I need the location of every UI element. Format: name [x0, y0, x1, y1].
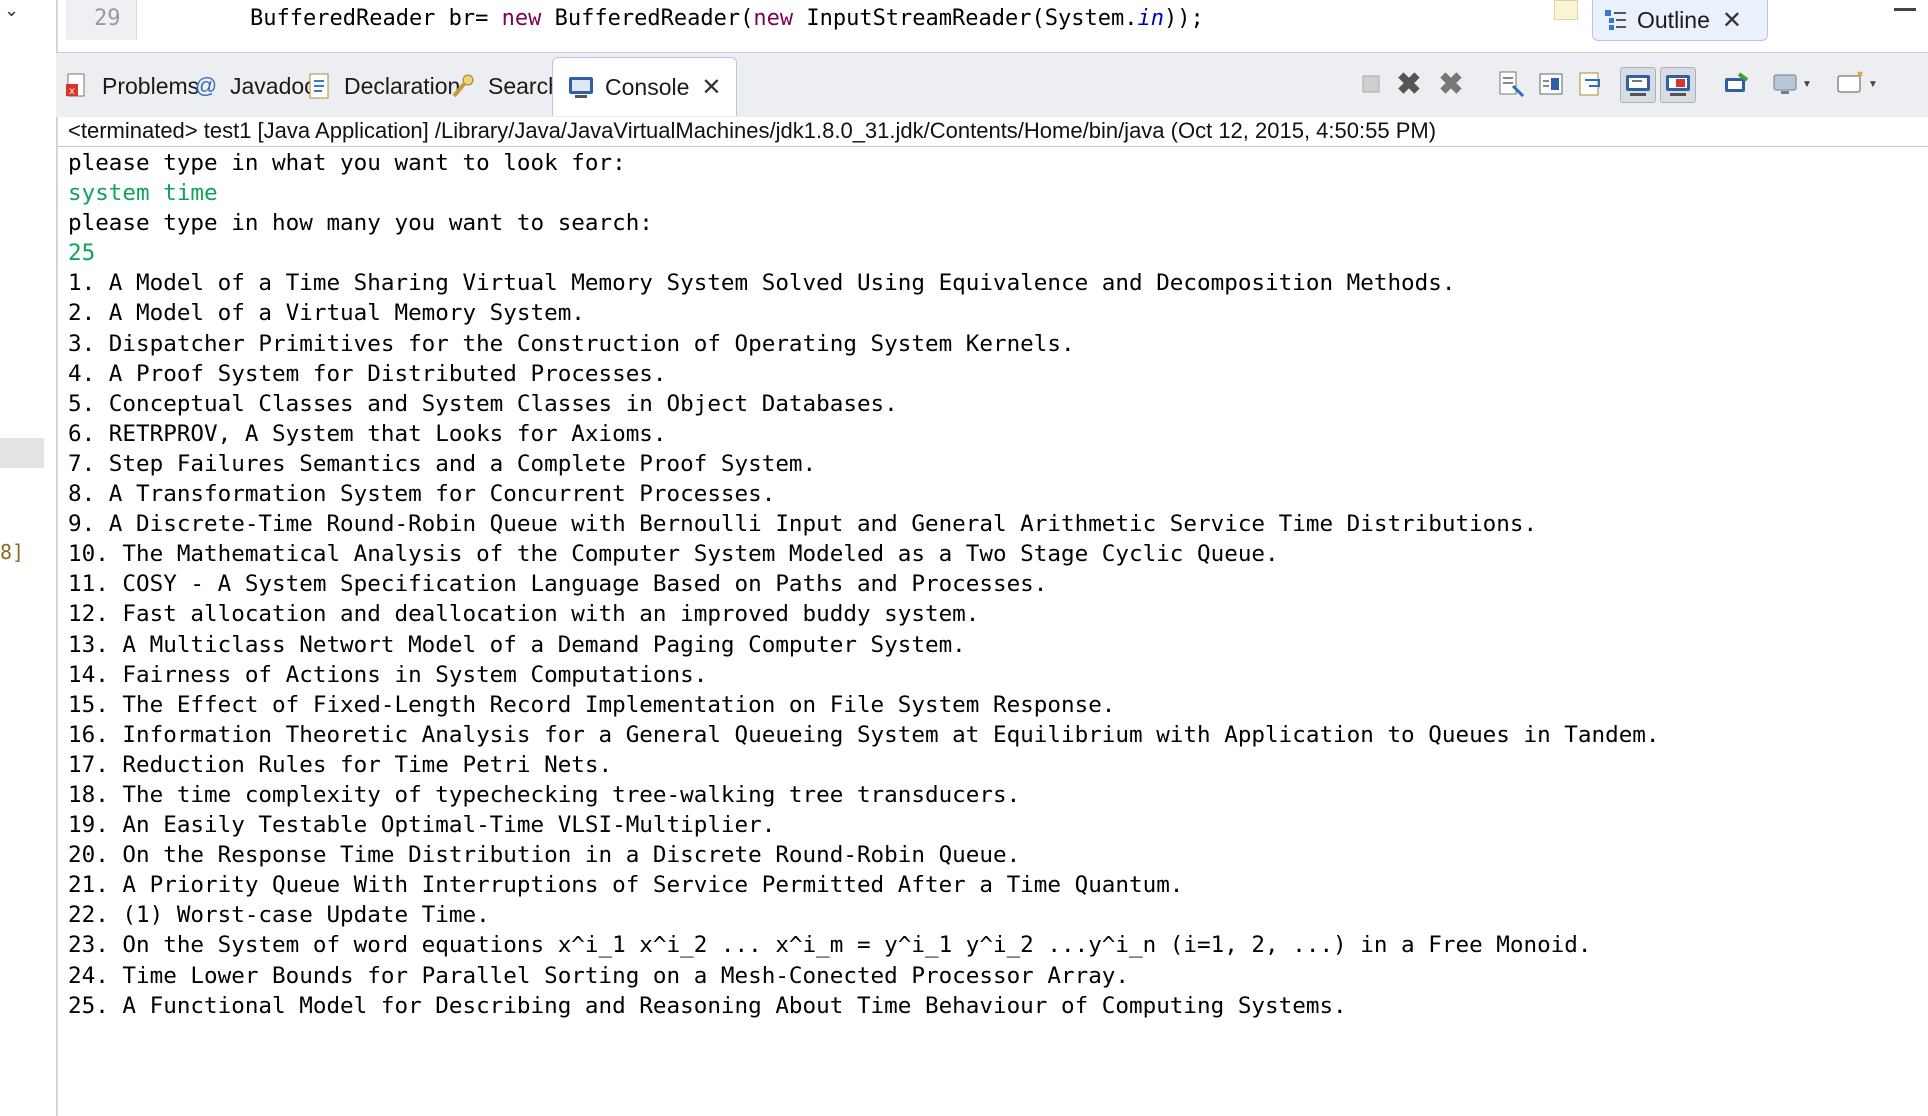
console-output-line: 16. Information Theoretic Analysis for a… [68, 721, 1660, 748]
tab-javadoc[interactable]: @ Javadoc [192, 61, 316, 111]
console-output-line: 17. Reduction Rules for Time Petri Nets. [68, 751, 613, 778]
console-output-line: 5. Conceptual Classes and System Classes… [68, 390, 898, 417]
chevron-down-icon: ▼ [1868, 78, 1878, 90]
close-icon[interactable]: ✕ [701, 73, 721, 102]
code-text: BufferedReader br= [250, 6, 502, 31]
chevron-down-icon[interactable]: ⌄ [4, 0, 19, 21]
tab-declaration[interactable]: Declaration [306, 61, 460, 111]
console-output-icon [1626, 75, 1650, 96]
console-output-line: 10. The Mathematical Analysis of the Com… [68, 541, 1279, 568]
chevron-down-icon: ▼ [1802, 78, 1812, 90]
panel-tab-bar: x Problems @ Javadoc Declaration Search … [56, 52, 1928, 117]
left-gutter: ⌄ 8] [0, 0, 58, 1116]
remove-all-icon: ✖ [1438, 67, 1464, 101]
line-number: 29 [94, 6, 121, 31]
console-error-icon [1666, 75, 1690, 96]
console-output-line: 18. The time complexity of typechecking … [68, 781, 1021, 808]
line-number-gutter: 29 [66, 0, 137, 40]
console-output-line: 13. A Multiclass Networt Model of a Dema… [68, 631, 966, 658]
code-text: InputStreamReader(System. [793, 6, 1138, 31]
tab-label: Search [488, 72, 561, 99]
console-output-line: 12. Fast allocation and deallocation wit… [68, 601, 980, 628]
problems-icon: x [66, 73, 85, 97]
word-wrap-icon [1579, 72, 1600, 96]
remove-icon: ✖ [1396, 67, 1422, 101]
keyword-new: new [501, 6, 542, 31]
static-field: in [1137, 6, 1164, 31]
tab-label: Declaration [344, 72, 461, 99]
console-output-line: 11. COSY - A System Specification Langua… [68, 571, 1048, 598]
console-output-line: 20. On the Response Time Distribution in… [68, 842, 1021, 869]
console-output-line: 4. A Proof System for Distributed Proces… [68, 360, 667, 387]
tab-label: Problems [102, 72, 200, 99]
console-output-line: 22. (1) Worst-case Update Time. [68, 902, 490, 929]
code-editor[interactable]: 29 BufferedReader br= new BufferedReader… [60, 0, 1550, 40]
console-output-line: please type in how many you want to sear… [68, 210, 653, 237]
console-output-line: 15. The Effect of Fixed-Length Record Im… [68, 691, 1116, 718]
gutter-selection [0, 438, 44, 468]
gutter-fragment: 8] [0, 540, 25, 564]
monitor-icon [1773, 74, 1797, 94]
console-output-line: 6. RETRPROV, A System that Looks for Axi… [68, 420, 667, 447]
declaration-icon [309, 73, 329, 99]
stop-icon [1362, 75, 1380, 93]
remove-all-terminated-button[interactable]: ✖ [1434, 67, 1468, 101]
tab-console[interactable]: Console ✕ [552, 57, 737, 116]
scroll-lock-button[interactable] [1534, 67, 1568, 101]
console-input-line: system time [68, 180, 218, 207]
new-console-icon [1837, 71, 1863, 93]
console-output-line: 21. A Priority Queue With Interruptions … [68, 872, 1184, 899]
minimize-icon[interactable] [1894, 8, 1916, 11]
close-icon[interactable]: ✕ [1722, 6, 1742, 35]
console-output-line: 23. On the System of word equations x^i_… [68, 932, 1592, 959]
console-output-line: 24. Time Lower Bounds for Parallel Sorti… [68, 962, 1130, 989]
console-output[interactable]: please type in what you want to look for… [68, 148, 1918, 1021]
code-line[interactable]: BufferedReader br= new BufferedReader(ne… [250, 6, 1204, 31]
javadoc-icon: @ [194, 73, 218, 98]
tab-outline[interactable]: Outline ✕ [1592, 0, 1768, 41]
console-icon [569, 77, 593, 98]
console-output-line: 19. An Easily Testable Optimal-Time VLSI… [68, 812, 776, 839]
show-console-on-output-button[interactable] [1620, 67, 1656, 103]
tab-search[interactable]: Search [450, 61, 561, 111]
pin-icon [1725, 72, 1749, 92]
overview-ruler-marker[interactable] [1554, 0, 1578, 20]
console-output-line: 14. Fairness of Actions in System Comput… [68, 661, 708, 688]
outline-icon [1605, 10, 1626, 30]
console-output-line: please type in what you want to look for… [68, 150, 626, 176]
keyword-new: new [753, 6, 794, 31]
code-text: BufferedReader( [541, 6, 754, 31]
display-selected-console-button[interactable]: ▼ [1768, 67, 1816, 101]
search-icon [452, 74, 474, 98]
code-text: )); [1163, 6, 1204, 31]
divider [58, 146, 1928, 147]
console-output-line: 7. Step Failures Semantics and a Complet… [68, 450, 817, 477]
clear-console-icon [1499, 71, 1525, 98]
show-console-on-error-button[interactable] [1660, 67, 1696, 103]
console-process-status: <terminated> test1 [Java Application] /L… [68, 118, 1437, 143]
tab-label: Javadoc [230, 72, 316, 99]
clear-console-button[interactable] [1494, 67, 1528, 101]
console-input-line: 25 [68, 240, 96, 267]
console-output-line: 3. Dispatcher Primitives for the Constru… [68, 330, 1075, 357]
console-output-line: 1. A Model of a Time Sharing Virtual Mem… [68, 270, 1456, 297]
svg-text:x: x [69, 86, 75, 97]
console-output-line: 2. A Model of a Virtual Memory System. [68, 300, 585, 327]
pin-console-button[interactable] [1720, 67, 1754, 101]
tab-label: Console [605, 73, 690, 100]
terminate-button[interactable] [1354, 67, 1388, 101]
tab-outline-label: Outline [1637, 6, 1710, 33]
console-output-line: 8. A Transformation System for Concurren… [68, 481, 776, 508]
open-console-button[interactable]: ▼ [1832, 67, 1882, 101]
remove-launch-button[interactable]: ✖ [1392, 67, 1426, 101]
console-output-line: 25. A Functional Model for Describing an… [68, 992, 1347, 1019]
word-wrap-button[interactable] [1574, 67, 1608, 101]
scroll-lock-icon [1539, 73, 1563, 95]
tab-problems[interactable]: x Problems [64, 61, 199, 111]
console-output-line: 9. A Discrete-Time Round-Robin Queue wit… [68, 511, 1538, 538]
